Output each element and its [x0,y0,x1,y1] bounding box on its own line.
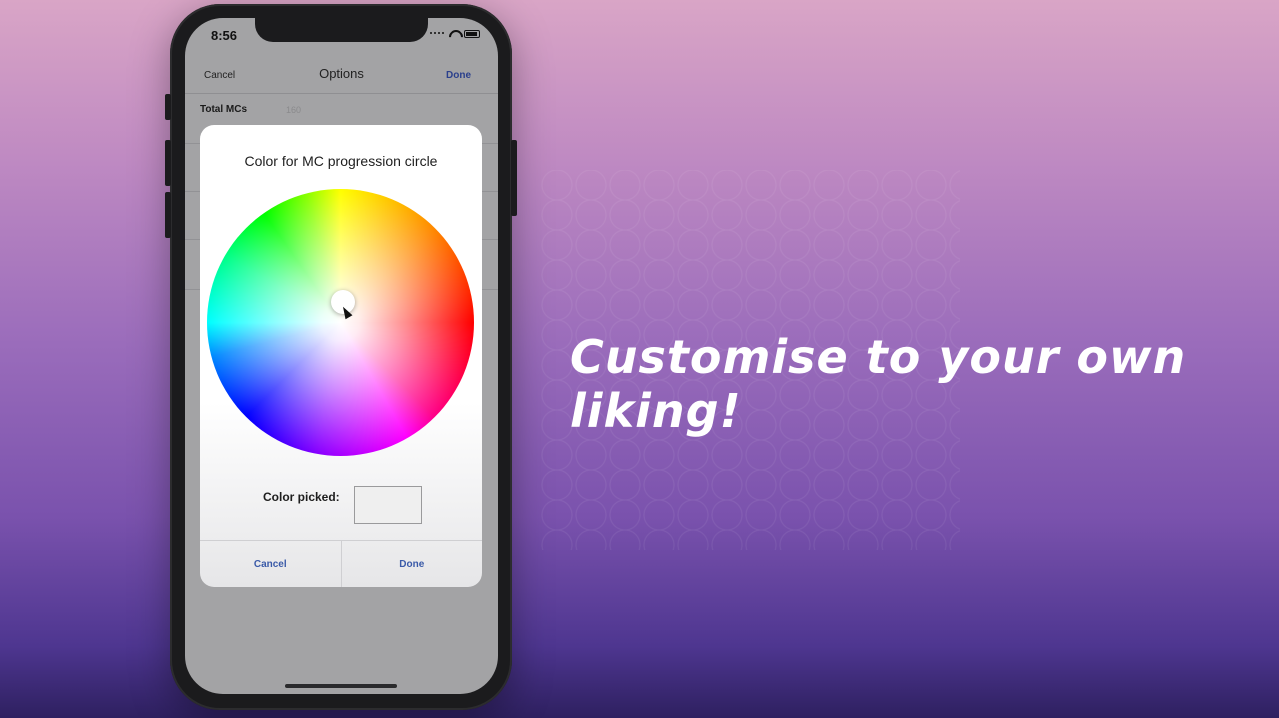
signal-icon [430,32,444,38]
row-value[interactable]: 160 [286,105,301,115]
silent-switch [165,94,171,120]
wifi-icon [449,30,459,38]
navigation-bar: Cancel Options Done [185,62,498,94]
status-icons [430,30,480,38]
color-wheel-icon[interactable] [207,189,474,456]
power-button [511,140,517,216]
status-time: 8:56 [211,28,238,43]
home-indicator[interactable] [285,684,397,688]
nav-done-button[interactable]: Done [446,70,471,81]
dialog-cancel-button[interactable]: Cancel [200,541,341,587]
color-picked-label: Color picked: [263,490,340,504]
dialog-title: Color for MC progression circle [244,153,438,169]
volume-down-button [165,192,171,238]
color-picker-dialog: Color for MC progression circle Color pi… [200,125,482,587]
notch [255,18,428,42]
row-label: Total MCs [200,104,248,115]
battery-icon [464,30,480,38]
dialog-actions: Cancel Done [200,540,482,587]
dialog-done-button[interactable]: Done [340,541,483,587]
promo-headline: Customise to your own liking! [570,330,1187,438]
volume-up-button [165,140,171,186]
color-picked-swatch [354,486,422,524]
